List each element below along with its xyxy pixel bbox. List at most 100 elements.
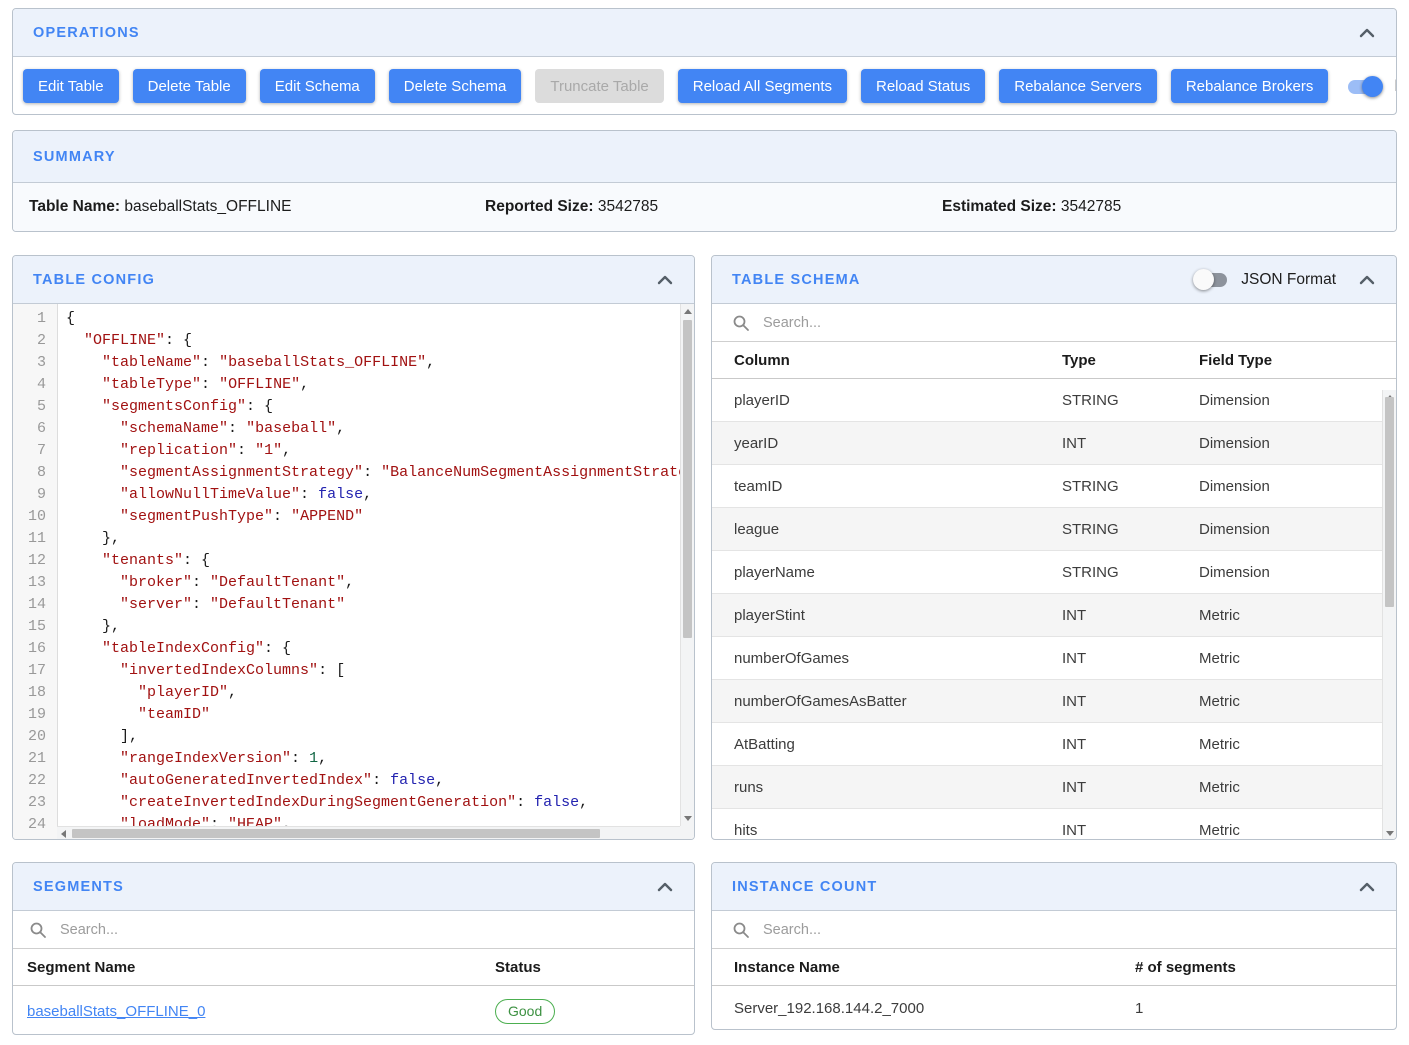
schema-col-header-type: Type	[1062, 352, 1199, 369]
schema-cell: hits	[712, 822, 1062, 839]
vertical-scrollbar-thumb[interactable]	[1385, 397, 1394, 607]
line-number: 13	[13, 572, 57, 594]
schema-cell: Metric	[1199, 650, 1396, 667]
code-line: 11 },	[13, 528, 680, 550]
segments-search-input[interactable]	[58, 921, 678, 939]
schema-cell: INT	[1062, 650, 1199, 667]
code-line: 20 ],	[13, 726, 680, 748]
code-line: 14 "server": "DefaultTenant"	[13, 594, 680, 616]
chevron-up-icon	[656, 273, 674, 287]
horizontal-scrollbar-thumb[interactable]	[72, 829, 600, 838]
search-icon	[29, 921, 47, 939]
horizontal-scrollbar[interactable]	[57, 826, 694, 840]
schema-cell: playerName	[712, 564, 1062, 581]
schema-row: playerIDSTRINGDimension	[712, 379, 1396, 422]
line-number: 9	[13, 484, 57, 506]
line-number: 23	[13, 792, 57, 814]
code-line: 7 "replication": "1",	[13, 440, 680, 462]
search-icon	[732, 314, 750, 332]
instance-count-collapse-button[interactable]	[1358, 880, 1376, 894]
summary-estimated-size-label: Estimated Size:	[942, 198, 1057, 215]
line-number: 24	[13, 814, 57, 836]
schema-cell: INT	[1062, 435, 1199, 452]
schema-cell: yearID	[712, 435, 1062, 452]
schema-row: hitsINTMetric	[712, 809, 1396, 840]
code-line: 6 "schemaName": "baseball",	[13, 418, 680, 440]
rebalance-brokers-button[interactable]: Rebalance Brokers	[1171, 69, 1329, 103]
operations-header: OPERATIONS	[13, 9, 1396, 57]
schema-row: runsINTMetric	[712, 766, 1396, 809]
vertical-scrollbar[interactable]	[1382, 390, 1396, 840]
schema-row: playerStintINTMetric	[712, 594, 1396, 637]
schema-cell: numberOfGamesAsBatter	[712, 693, 1062, 710]
scroll-down-icon[interactable]	[684, 816, 692, 821]
code-line: 4 "tableType": "OFFLINE",	[13, 374, 680, 396]
schema-row: numberOfGamesAsBatterINTMetric	[712, 680, 1396, 723]
table-config-collapse-button[interactable]	[656, 273, 674, 287]
instance-search-input[interactable]	[761, 921, 1376, 939]
config-code-editor[interactable]: 1{2 "OFFLINE": {3 "tableName": "baseball…	[13, 304, 694, 840]
instance-row: Server_192.168.144.2_70001	[712, 986, 1396, 1030]
chevron-up-icon	[1358, 26, 1376, 40]
schema-cell: INT	[1062, 822, 1199, 839]
line-number: 17	[13, 660, 57, 682]
schema-cell: INT	[1062, 607, 1199, 624]
edit-schema-button[interactable]: Edit Schema	[260, 69, 375, 103]
schema-cell: Metric	[1199, 736, 1396, 753]
scroll-up-icon[interactable]	[684, 309, 692, 314]
delete-schema-button[interactable]: Delete Schema	[389, 69, 522, 103]
summary-header: SUMMARY	[13, 131, 1396, 183]
reload-status-button[interactable]: Reload Status	[861, 69, 985, 103]
code-line: 19 "teamID"	[13, 704, 680, 726]
schema-row: teamIDSTRINGDimension	[712, 465, 1396, 508]
scroll-left-icon[interactable]	[61, 830, 66, 838]
schema-row: playerNameSTRINGDimension	[712, 551, 1396, 594]
page: OPERATIONS Edit Table Delete Table Edit Sc…	[0, 0, 1409, 1045]
delete-table-button[interactable]: Delete Table	[133, 69, 246, 103]
line-number: 10	[13, 506, 57, 528]
schema-cell: AtBatting	[712, 736, 1062, 753]
summary-reported-size-label: Reported Size:	[485, 198, 594, 215]
json-format-toggle[interactable]	[1193, 269, 1229, 290]
segments-collapse-button[interactable]	[656, 880, 674, 894]
schema-cell: Dimension	[1199, 392, 1396, 409]
code-line: 18 "playerID",	[13, 682, 680, 704]
rebalance-servers-button[interactable]: Rebalance Servers	[999, 69, 1157, 103]
schema-cell: Metric	[1199, 693, 1396, 710]
schema-row: numberOfGamesINTMetric	[712, 637, 1396, 680]
segments-title: SEGMENTS	[33, 879, 124, 895]
line-number: 7	[13, 440, 57, 462]
instance-name: Server_192.168.144.2_7000	[712, 1000, 1135, 1017]
summary-title: SUMMARY	[33, 149, 116, 165]
schema-cell: STRING	[1062, 564, 1199, 581]
table-schema-title: TABLE SCHEMA	[732, 272, 861, 288]
table-schema-collapse-button[interactable]	[1358, 273, 1376, 287]
code-line: 10 "segmentPushType": "APPEND"	[13, 506, 680, 528]
edit-table-button[interactable]: Edit Table	[23, 69, 119, 103]
code-line: 12 "tenants": {	[13, 550, 680, 572]
code-lines: 1{2 "OFFLINE": {3 "tableName": "baseball…	[13, 308, 680, 836]
line-number: 16	[13, 638, 57, 660]
schema-cell: STRING	[1062, 392, 1199, 409]
summary-estimated-size: Estimated Size: 3542785	[942, 198, 1121, 216]
segment-link[interactable]: baseballStats_OFFLINE_0	[27, 1003, 205, 1020]
vertical-scrollbar[interactable]	[680, 304, 694, 826]
summary-panel: SUMMARY Table Name: baseballStats_OFFLIN…	[12, 130, 1397, 232]
line-number: 4	[13, 374, 57, 396]
operations-collapse-button[interactable]	[1358, 26, 1376, 40]
schema-col-header-column: Column	[712, 352, 1062, 369]
instance-count-header: INSTANCE COUNT	[712, 863, 1396, 911]
reload-all-segments-button[interactable]: Reload All Segments	[678, 69, 847, 103]
schema-cell: INT	[1062, 736, 1199, 753]
vertical-scrollbar-thumb[interactable]	[683, 320, 692, 638]
schema-search-input[interactable]	[761, 314, 1376, 332]
instance-search-row	[712, 911, 1396, 949]
scroll-down-icon[interactable]	[1386, 831, 1394, 836]
schema-cell: playerStint	[712, 607, 1062, 624]
line-number: 11	[13, 528, 57, 550]
line-number: 21	[13, 748, 57, 770]
enable-toggle[interactable]	[1346, 76, 1382, 97]
schema-cell: INT	[1062, 779, 1199, 796]
schema-cell: Dimension	[1199, 564, 1396, 581]
code-line: 22 "autoGeneratedInvertedIndex": false,	[13, 770, 680, 792]
